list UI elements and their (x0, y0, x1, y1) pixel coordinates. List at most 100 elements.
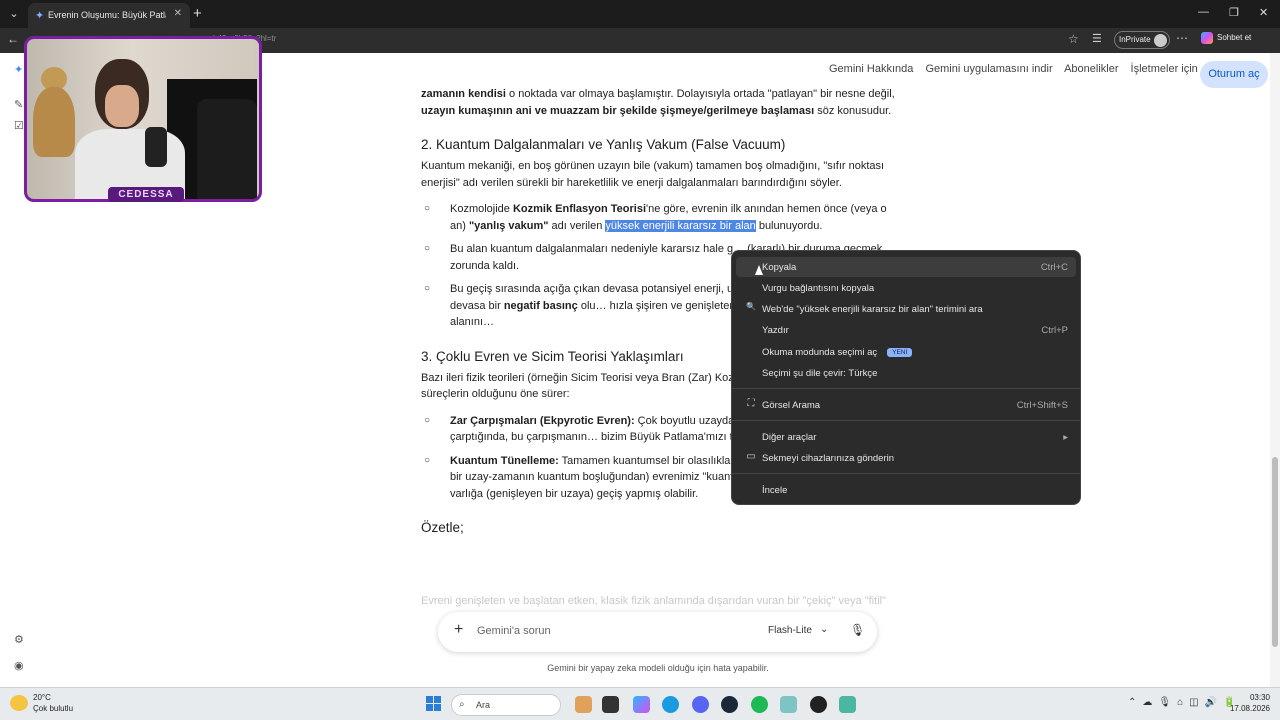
menu-label: Görsel Arama (762, 400, 821, 411)
bold-text: Zar Çarpışmaları (Ekpyrotic Evren): (450, 414, 635, 427)
tab-close-icon[interactable]: ✕ (174, 8, 182, 19)
settings-gear-icon[interactable]: ⚙ (14, 633, 24, 646)
menu-item-more-tools[interactable]: Diğer araçlar ▸ (736, 427, 1076, 447)
text: Kozmolojide (450, 203, 513, 215)
submenu-arrow-icon: ▸ (1063, 432, 1068, 443)
add-attachment-icon[interactable]: + (454, 621, 463, 639)
copilot-button[interactable]: Sohbet et (1201, 32, 1251, 44)
bold-text: zamanın kendisi (421, 88, 506, 100)
new-badge: YENİ (887, 348, 913, 357)
menu-label-text: Okuma modunda seçimi aç (762, 347, 878, 358)
menu-item-translate[interactable]: Seçimi şu dile çevir: Türkçe (736, 363, 1076, 383)
minimize-button[interactable]: — (1198, 6, 1209, 18)
windows-start-icon[interactable] (426, 696, 441, 711)
search-icon: 🔍 (746, 302, 756, 311)
menu-shortcut: Ctrl+Shift+S (1016, 400, 1068, 411)
microphone (145, 127, 167, 167)
webcam-overlay (24, 36, 262, 202)
mouse-cursor-icon (755, 265, 763, 275)
profile-avatar (1154, 34, 1167, 47)
app-icon-1[interactable] (575, 696, 592, 713)
menu-item-send-tab[interactable]: ▭ Sekmeyi cihazlarınıza gönderin (736, 448, 1076, 468)
back-arrow-icon[interactable]: ← (7, 32, 19, 46)
menu-item-print[interactable]: Yazdır Ctrl+P (736, 320, 1076, 340)
faded-text: Evreni genişleten ve başlatan etken, kla… (421, 595, 887, 607)
list-item: ○ Kozmolojide Kozmik Enflasyon Teorisi'n… (421, 201, 901, 234)
time: 03:30 (1249, 693, 1270, 702)
new-tab-button[interactable]: + (193, 5, 202, 22)
menu-label: Okuma modunda seçimi aç YENİ (762, 347, 913, 358)
menu-label: Vurgu bağlantısını kopyala (762, 283, 875, 294)
chevron-down-icon[interactable]: ⌄ (820, 624, 828, 635)
nav-download-app[interactable]: Gemini uygulamasını indir (925, 63, 1052, 75)
more-menu-icon[interactable]: ⋯ (1176, 31, 1188, 45)
bullet-icon: ○ (424, 243, 431, 254)
discord-icon[interactable] (692, 696, 709, 713)
menu-item-copy[interactable]: Kopyala Ctrl+C (736, 257, 1076, 277)
bold-text: Kozmik Enflasyon Teorisi (512, 203, 647, 215)
bullet-icon: ○ (424, 203, 431, 214)
favorites-list-icon[interactable]: ☰ (1092, 32, 1102, 45)
copilot-label: Sohbet et (1217, 33, 1252, 43)
microphone-icon[interactable]: 🎙 (850, 623, 865, 637)
context-menu: Kopyala Ctrl+C Vurgu bağlantısını kopyala… (731, 250, 1081, 505)
nav-business[interactable]: İşletmeler için (1131, 63, 1198, 75)
prompt-bar: + Gemini'a sorun Flash-Lite ⌄ 🎙 (438, 612, 877, 652)
chair (197, 99, 257, 199)
temperature: 20°C (33, 693, 51, 702)
scrollbar[interactable] (1270, 53, 1280, 687)
scrollbar-thumb[interactable] (1272, 457, 1278, 647)
prompt-input[interactable]: Gemini'a sorun (477, 625, 551, 637)
steam-icon[interactable] (721, 696, 738, 713)
app-icon-2[interactable] (780, 696, 797, 713)
nav-about[interactable]: Gemini Hakkında (829, 63, 913, 75)
menu-item-web-search[interactable]: 🔍 Web'de "yüksek enerjili kararsız bir al… (736, 299, 1076, 319)
model-selector[interactable]: Flash-Lite (768, 625, 812, 636)
inprivate-indicator[interactable]: InPrivate (1114, 31, 1170, 49)
favorite-star-icon[interactable]: ☆ (1068, 32, 1079, 46)
windows-taskbar: 20°C Çok bulutlu ⌕ Ara ⌃☁🎙⌂◫🔊🔋 03:30 17.0… (0, 687, 1280, 720)
bullet-icon: ○ (424, 283, 431, 294)
search-icon: ⌕ (459, 699, 465, 710)
section-2-paragraph: Kuantum mekaniği, en boş görünen uzayın … (421, 160, 885, 189)
menu-shortcut: Ctrl+C (1040, 262, 1068, 273)
edge-icon[interactable] (662, 696, 679, 713)
spotify-icon[interactable] (751, 696, 768, 713)
selected-text[interactable]: yüksek enerjili kararsız bir alan (605, 219, 756, 232)
section-heading-2: 2. Kuantum Dalgalanmaları ve Yanlış Vaku… (421, 137, 786, 152)
copilot-taskbar-icon[interactable] (633, 696, 650, 713)
menu-item-copy-highlight-link[interactable]: Vurgu bağlantısını kopyala (736, 278, 1076, 298)
menu-item-inspect[interactable]: İncele (736, 480, 1076, 500)
copilot-icon (1201, 32, 1213, 44)
nav-subscriptions[interactable]: Abonelikler (1064, 63, 1118, 75)
menu-item-reading-mode[interactable]: Okuma modunda seçimi aç YENİ (736, 342, 1076, 362)
streamer-face (105, 85, 139, 127)
login-button[interactable]: Oturum aç (1200, 61, 1268, 88)
bold-text: negatif basınç (503, 299, 578, 312)
task-view-icon[interactable] (602, 696, 619, 713)
taskbar-search[interactable]: ⌕ Ara (451, 694, 561, 716)
clock[interactable]: 03:30 17.08.2026 (1226, 693, 1270, 713)
tab-list-chevron-icon[interactable]: ⌄ (4, 4, 24, 24)
menu-label: Kopyala (762, 262, 797, 273)
bullet-icon: ○ (424, 414, 431, 426)
devices-icon: ▭ (746, 451, 756, 462)
menu-item-visual-search[interactable]: ⛶ Görsel Arama Ctrl+Shift+S (736, 395, 1076, 415)
bold-text: uzayın kumaşının ani ve muazzam bir şeki… (421, 104, 815, 117)
summary-heading: Özetle; (421, 520, 464, 535)
gems-icon[interactable]: ☑ (14, 119, 24, 132)
new-chat-icon[interactable]: ✎ (14, 98, 23, 111)
bullet-icon: ○ (424, 454, 431, 466)
gemini-logo-icon[interactable]: ✦ (14, 63, 23, 76)
browser-tab[interactable]: ✦ Evrenin Oluşumu: Büyük Patlama ✕ (28, 3, 190, 28)
system-tray[interactable]: ⌃☁🎙⌂◫🔊🔋 (1128, 697, 1241, 708)
menu-divider (732, 473, 1080, 474)
weather-condition: Çok bulutlu (33, 704, 74, 713)
app-icon-3[interactable] (839, 696, 856, 713)
close-window-button[interactable]: ✕ (1259, 6, 1268, 19)
maximize-button[interactable]: ❐ (1229, 6, 1239, 19)
obs-icon[interactable] (810, 696, 827, 713)
menu-divider (732, 388, 1080, 389)
text: bulunuyordu. (755, 219, 823, 232)
date: 17.08.2026 (1229, 704, 1270, 713)
